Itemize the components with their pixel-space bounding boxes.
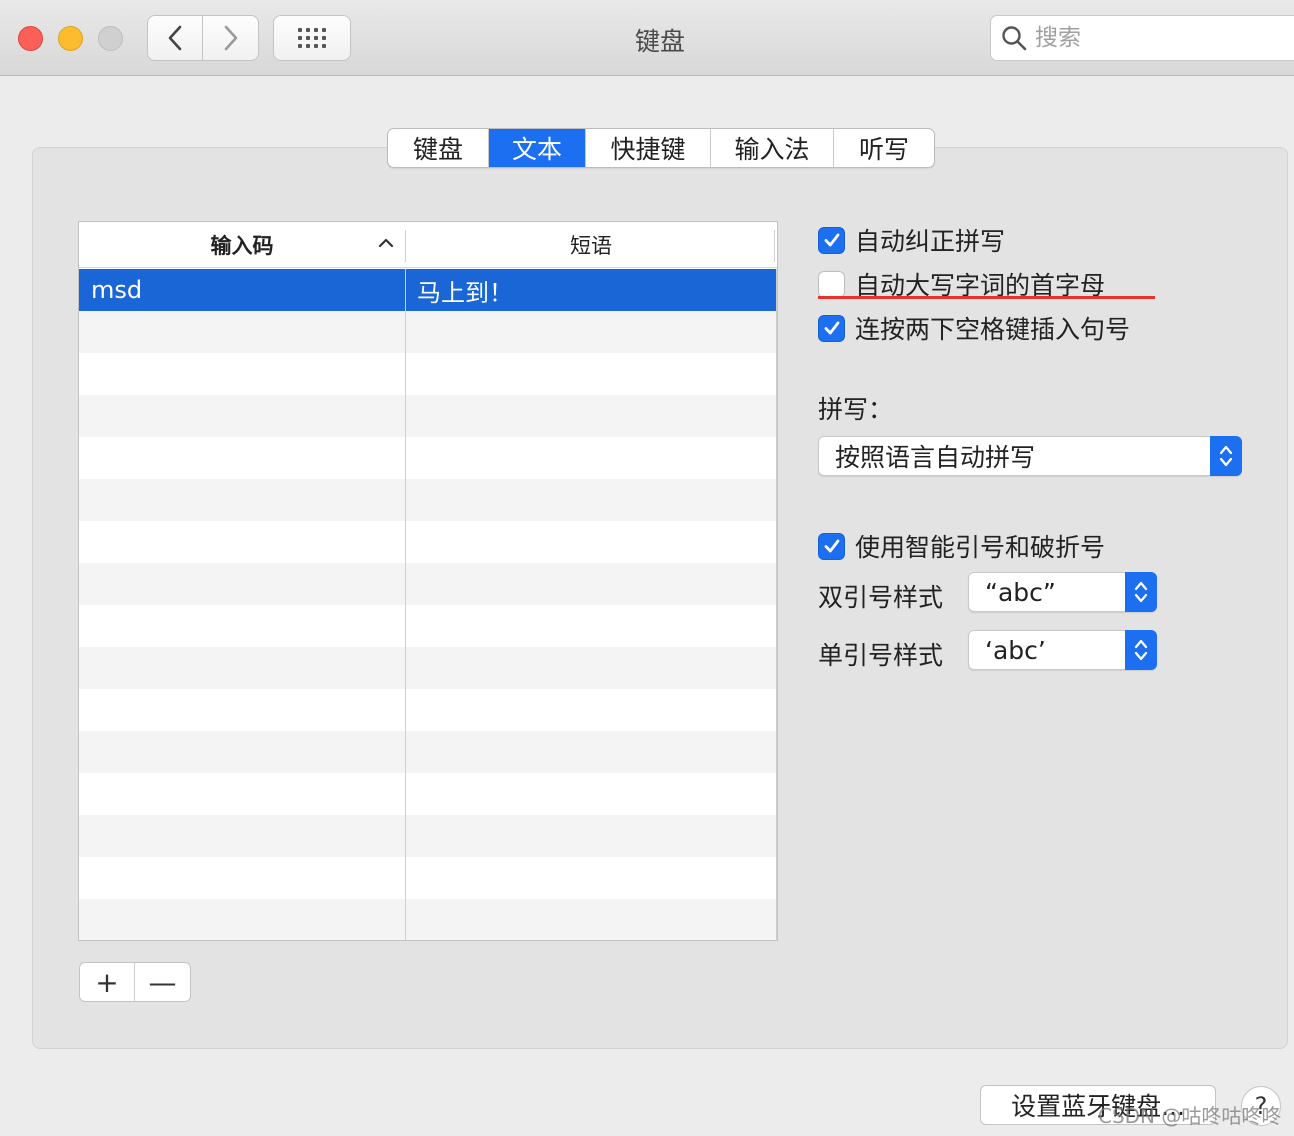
double-quote-popup[interactable]: “abc”: [968, 572, 1157, 612]
table-header: 输入码 短语: [79, 222, 777, 268]
auto-correct-label: 自动纠正拼写: [855, 227, 1006, 256]
empty-row: [79, 605, 776, 647]
column-header-with[interactable]: 短语: [406, 222, 776, 268]
add-remove-control: + —: [79, 962, 191, 1002]
double-quote-label: 双引号样式: [818, 583, 944, 612]
table-rows: msd 马上到！: [79, 269, 776, 940]
popup-stepper: [1210, 436, 1242, 476]
empty-row: [79, 395, 776, 437]
single-quote-popup[interactable]: ‘abc’: [968, 630, 1157, 670]
tab-text[interactable]: 文本: [489, 129, 586, 167]
minimize-window-button[interactable]: [58, 26, 83, 51]
auto-correct-checkbox[interactable]: [818, 226, 845, 254]
search-icon: [1002, 26, 1027, 51]
watermark: CSDN @咕咚咕咚咚: [1098, 1104, 1282, 1128]
tab-shortcuts[interactable]: 快捷键: [586, 129, 711, 167]
column-header-replace[interactable]: 输入码: [79, 222, 405, 268]
checkmark-icon: [824, 321, 839, 335]
auto-correct-option[interactable]: 自动纠正拼写: [818, 222, 1005, 258]
empty-row: [79, 437, 776, 479]
zoom-window-button[interactable]: [98, 26, 123, 51]
empty-row: [79, 647, 776, 689]
empty-row: [79, 311, 776, 353]
checkmark-icon: [824, 233, 839, 247]
chevron-left-icon: [168, 25, 182, 51]
search-field[interactable]: [990, 15, 1294, 61]
empty-row: [79, 479, 776, 521]
cell-replace: msd: [91, 276, 143, 304]
auto-capitalize-checkbox[interactable]: [818, 270, 845, 298]
remove-button[interactable]: —: [135, 963, 190, 1001]
empty-row: [79, 815, 776, 857]
double-quote-value: “abc”: [985, 577, 1056, 607]
up-down-chevron-icon: [1219, 445, 1233, 467]
smart-quotes-label: 使用智能引号和破折号: [855, 533, 1106, 562]
tab-keyboard[interactable]: 键盘: [388, 129, 489, 167]
add-button[interactable]: +: [80, 963, 136, 1001]
empty-row: [79, 689, 776, 731]
single-quote-label: 单引号样式: [818, 641, 944, 670]
smart-quotes-checkbox[interactable]: [818, 532, 845, 560]
window-title: 键盘: [634, 27, 685, 56]
spelling-popup[interactable]: 按照语言自动拼写: [818, 436, 1242, 476]
text-replacement-table[interactable]: 输入码 短语 msd 马上到！: [78, 221, 778, 941]
smart-quotes-option[interactable]: 使用智能引号和破折号: [818, 528, 1105, 564]
empty-row: [79, 773, 776, 815]
show-all-button[interactable]: [273, 15, 351, 61]
sort-ascending-icon: [378, 238, 394, 248]
forward-button[interactable]: [203, 15, 259, 61]
back-button[interactable]: [147, 15, 203, 61]
single-quote-value: ‘abc’: [985, 635, 1046, 665]
cell-with: 马上到！: [417, 278, 513, 307]
tab-input-sources[interactable]: 输入法: [711, 129, 834, 167]
column-divider: [405, 269, 406, 940]
tab-dictation[interactable]: 听写: [834, 129, 934, 167]
search-input[interactable]: [1035, 25, 1275, 51]
double-space-period-label: 连按两下空格键插入句号: [855, 315, 1131, 344]
up-down-chevron-icon: [1134, 581, 1148, 603]
tab-bar: 键盘 文本 快捷键 输入法 听写: [387, 128, 935, 168]
double-space-period-checkbox[interactable]: [818, 314, 845, 342]
popup-stepper: [1125, 630, 1157, 670]
empty-row: [79, 731, 776, 773]
close-window-button[interactable]: [18, 26, 43, 51]
empty-row: [79, 857, 776, 899]
title-bar: 键盘: [0, 0, 1294, 76]
spelling-label: 拼写：: [818, 395, 894, 424]
red-annotation-underline: [818, 296, 1155, 299]
empty-row: [79, 353, 776, 395]
table-row[interactable]: msd 马上到！: [79, 269, 776, 311]
grid-icon: [298, 28, 326, 48]
chevron-right-icon: [224, 25, 237, 51]
up-down-chevron-icon: [1134, 639, 1148, 661]
empty-row: [79, 899, 776, 940]
popup-stepper: [1125, 572, 1157, 612]
double-space-period-option[interactable]: 连按两下空格键插入句号: [818, 310, 1130, 346]
empty-row: [79, 563, 776, 605]
empty-row: [79, 521, 776, 563]
column-divider: [776, 269, 777, 940]
checkmark-icon: [824, 539, 839, 553]
spelling-value: 按照语言自动拼写: [835, 443, 1036, 472]
